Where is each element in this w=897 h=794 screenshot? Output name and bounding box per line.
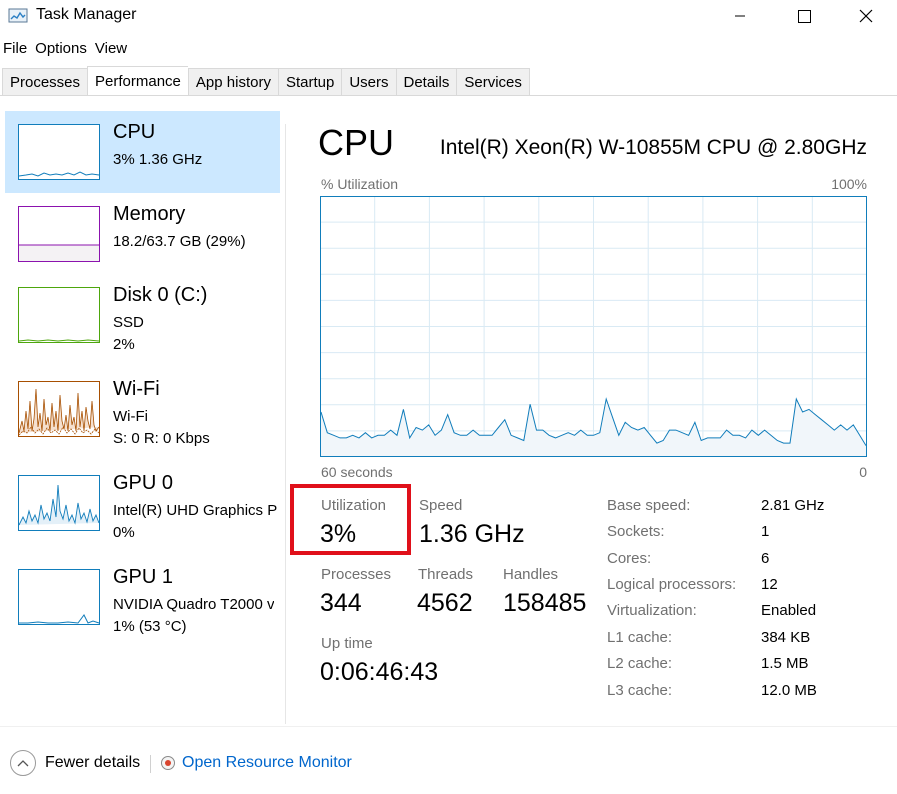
utilization-highlight-box — [290, 484, 411, 555]
uptime-value: 0:06:46:43 — [320, 658, 439, 686]
spec-label: Logical processors: — [607, 576, 737, 593]
chart-time-end: 0 — [859, 464, 867, 480]
menu-bar: File Options View — [0, 38, 131, 60]
spec-value: 384 KB — [761, 629, 811, 646]
spec-label: Sockets: — [607, 523, 665, 540]
cpu-model-name: Intel(R) Xeon(R) W-10855M CPU @ 2.80GHz — [439, 136, 867, 159]
sidebar-item-detail: S: 0 R: 0 Kbps — [113, 430, 210, 447]
sidebar-item-detail: 0% — [113, 524, 135, 541]
sidebar-item-detail: Intel(R) UHD Graphics P — [113, 502, 278, 519]
footer-divider — [0, 726, 897, 727]
fewer-details-label: Fewer details — [45, 754, 141, 771]
title-bar: Task Manager — [0, 0, 897, 32]
memory-mini-graph — [18, 206, 100, 262]
cpu-mini-graph — [18, 124, 100, 180]
handles-value: 158485 — [503, 589, 587, 617]
cpu-utilization-chart — [320, 196, 867, 457]
spec-label: L2 cache: — [607, 655, 673, 672]
tab-startup[interactable]: Startup — [277, 68, 342, 96]
sidebar-item-memory[interactable]: Memory 18.2/63.7 GB (29%) — [5, 193, 280, 275]
sidebar-item-gpu0[interactable]: GPU 0 Intel(R) UHD Graphics P 0% — [5, 462, 280, 544]
uptime-label: Up time — [321, 635, 373, 652]
sidebar-item-label: GPU 1 — [113, 566, 174, 588]
spec-label: Virtualization: — [607, 602, 697, 619]
sidebar-item-detail: 3% 1.36 GHz — [113, 151, 203, 168]
speed-label: Speed — [419, 497, 463, 514]
task-manager-icon — [8, 8, 28, 23]
spec-value: 12.0 MB — [761, 682, 817, 699]
resource-monitor-icon — [161, 756, 175, 770]
maximize-button[interactable] — [772, 0, 836, 32]
sidebar-divider — [285, 124, 286, 724]
chart-time-span: 60 seconds — [321, 464, 393, 480]
spec-value: 6 — [761, 550, 770, 567]
maximize-icon — [797, 9, 811, 23]
spec-value: 2.81 GHz — [761, 497, 825, 514]
processes-value: 344 — [320, 589, 362, 617]
handles-label: Handles — [503, 566, 559, 583]
processes-label: Processes — [321, 566, 392, 583]
tab-users[interactable]: Users — [341, 68, 396, 96]
window-title: Task Manager — [36, 6, 137, 23]
sidebar-item-detail: NVIDIA Quadro T2000 v — [113, 596, 275, 613]
sidebar-item-label: Memory — [113, 203, 186, 225]
minimize-icon — [735, 15, 745, 17]
spec-label: L3 cache: — [607, 682, 673, 699]
speed-value: 1.36 GHz — [419, 520, 525, 548]
spec-label: L1 cache: — [607, 629, 673, 646]
gpu1-mini-graph — [18, 569, 100, 625]
tab-strip: Processes Performance App history Startu… — [2, 66, 530, 96]
menu-file[interactable]: File — [0, 38, 31, 60]
sidebar-item-disk[interactable]: Disk 0 (C:) SSD 2% — [5, 274, 280, 356]
spec-label: Cores: — [607, 550, 652, 567]
sidebar-item-cpu[interactable]: CPU 3% 1.36 GHz — [5, 111, 280, 193]
sidebar-item-detail: 1% (53 °C) — [113, 618, 187, 635]
sidebar-item-label: Wi-Fi — [113, 378, 160, 400]
chevron-up-icon — [10, 750, 36, 776]
sidebar-item-label: GPU 0 — [113, 472, 174, 494]
tab-services[interactable]: Services — [456, 68, 530, 96]
chart-y-label: % Utilization — [321, 176, 399, 192]
sidebar-item-detail: 18.2/63.7 GB (29%) — [113, 233, 246, 250]
minimize-button[interactable] — [708, 0, 772, 32]
open-resource-monitor-link[interactable]: Open Resource Monitor — [160, 754, 352, 772]
sidebar-item-wifi[interactable]: Wi-Fi Wi-Fi S: 0 R: 0 Kbps — [5, 368, 280, 450]
tab-processes[interactable]: Processes — [2, 68, 88, 96]
sidebar-item-detail: 2% — [113, 336, 135, 353]
spec-label: Base speed: — [607, 497, 691, 514]
menu-options[interactable]: Options — [31, 38, 91, 60]
sidebar-item-gpu1[interactable]: GPU 1 NVIDIA Quadro T2000 v 1% (53 °C) — [5, 556, 280, 638]
wifi-mini-graph — [18, 381, 100, 437]
spec-value: 1 — [761, 523, 770, 540]
threads-label: Threads — [418, 566, 474, 583]
chart-y-max: 100% — [831, 176, 867, 192]
spec-value: 12 — [761, 576, 778, 593]
spec-value: 1.5 MB — [761, 655, 809, 672]
open-resource-monitor-label: Open Resource Monitor — [182, 754, 352, 771]
gpu0-mini-graph — [18, 475, 100, 531]
close-icon — [859, 9, 873, 23]
tab-app-history[interactable]: App history — [187, 68, 278, 96]
fewer-details-button[interactable]: Fewer details — [10, 750, 140, 776]
sidebar-item-detail: Wi-Fi — [113, 408, 148, 425]
spec-value: Enabled — [761, 602, 817, 619]
close-button[interactable] — [834, 0, 897, 32]
menu-view[interactable]: View — [91, 38, 131, 60]
disk-mini-graph — [18, 287, 100, 343]
sidebar-item-label: CPU — [113, 121, 156, 143]
footer-separator — [150, 755, 151, 773]
page-title: CPU — [318, 122, 395, 163]
sidebar-item-label: Disk 0 (C:) — [113, 284, 208, 306]
resource-sidebar: CPU 3% 1.36 GHz Memory 18.2/63.7 GB (29%… — [0, 96, 285, 726]
sidebar-item-detail: SSD — [113, 314, 144, 331]
threads-value: 4562 — [417, 589, 473, 617]
tab-details[interactable]: Details — [395, 68, 457, 96]
tab-performance[interactable]: Performance — [87, 66, 188, 96]
